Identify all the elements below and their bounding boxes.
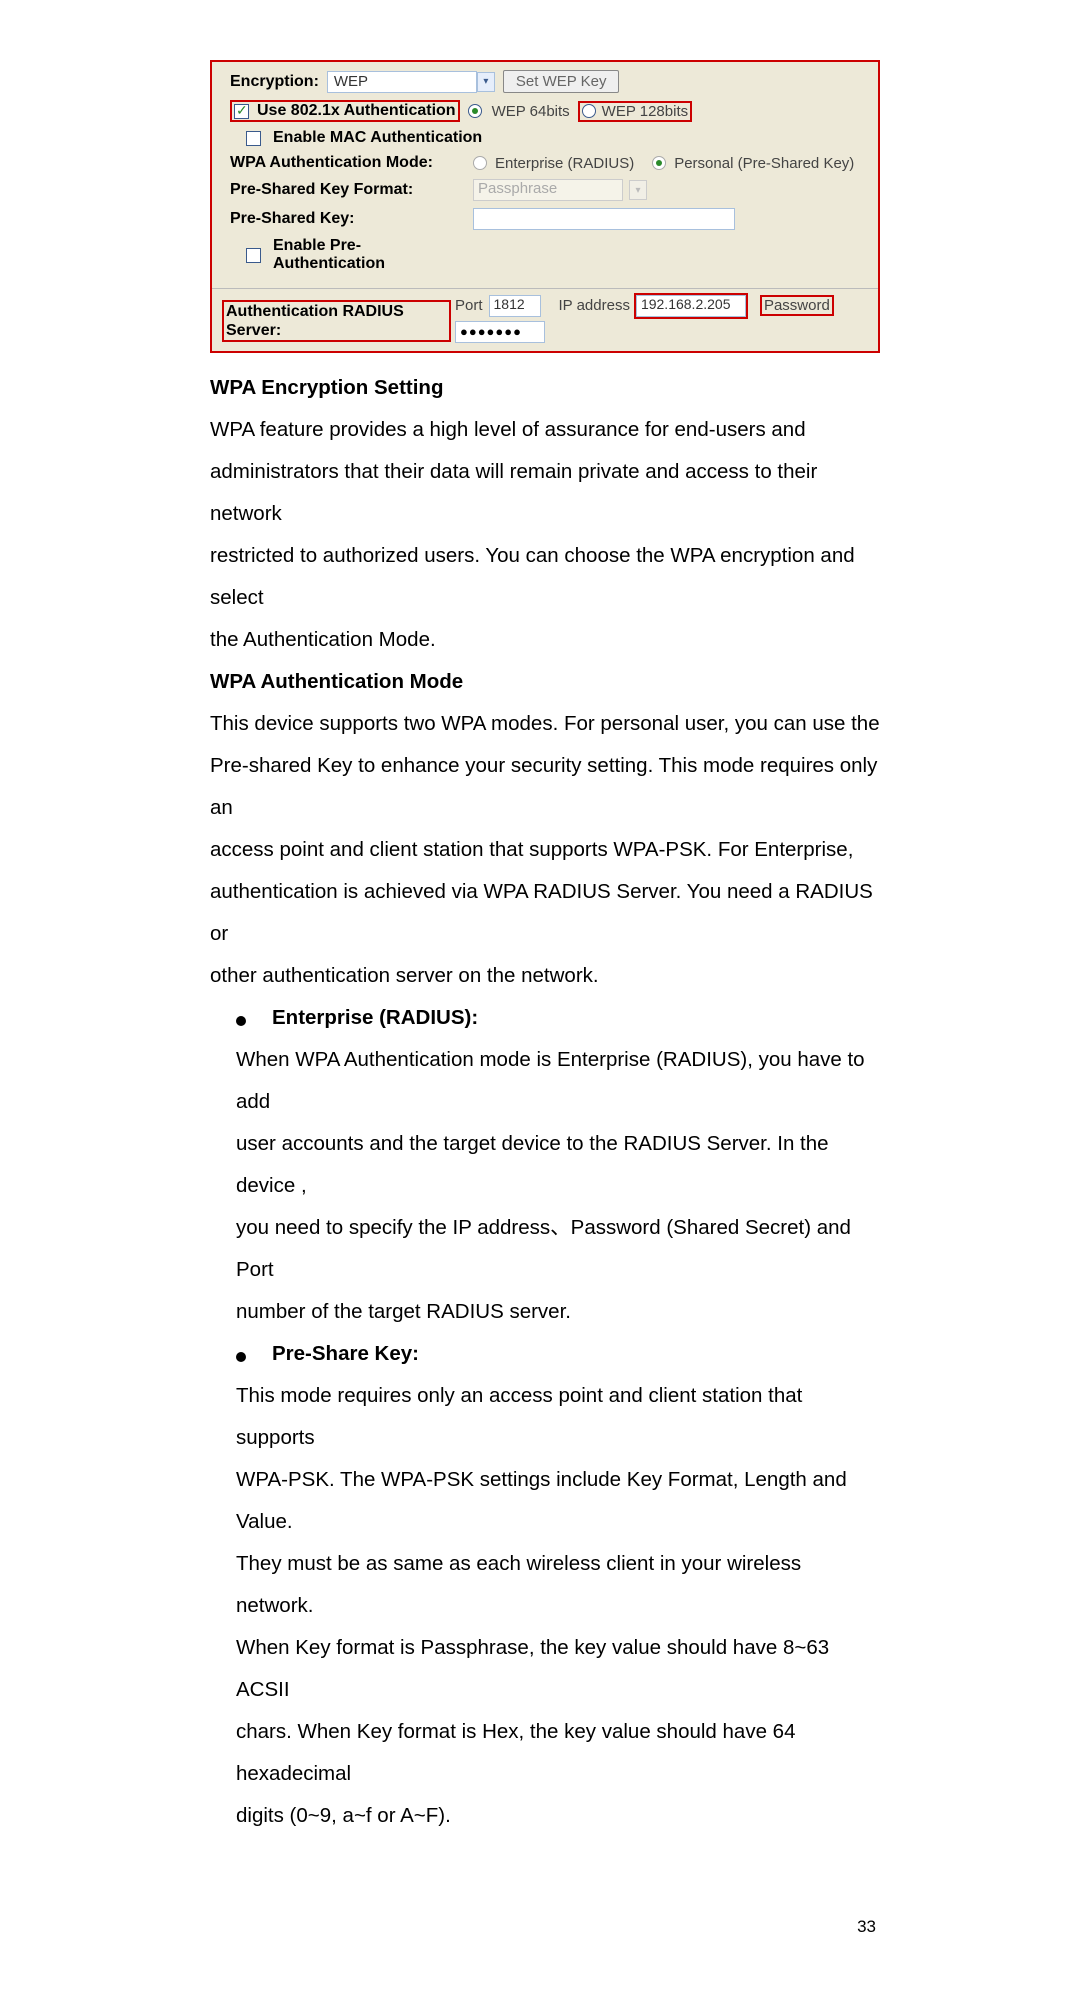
set-wep-key-button[interactable]: Set WEP Key <box>503 70 620 93</box>
bullet-icon <box>236 1352 246 1362</box>
password-input[interactable]: ●●●●●●● <box>455 321 545 343</box>
paragraph-line: the Authentication Mode. <box>210 619 880 661</box>
paragraph-line: This mode requires only an access point … <box>210 1375 880 1459</box>
use-8021x-checkbox[interactable] <box>234 104 249 119</box>
enable-pre-auth-label: Enable Pre-Authentication <box>273 237 423 274</box>
psk-format-select[interactable]: Passphrase <box>473 179 623 201</box>
document-body: WPA Encryption Setting WPA feature provi… <box>210 367 880 1838</box>
wep-64-radio[interactable] <box>468 104 482 118</box>
bullet-icon <box>236 1016 246 1026</box>
bullet-preshare: Pre-Share Key: <box>210 1333 880 1375</box>
paragraph-line: authentication is achieved via WPA RADIU… <box>210 871 880 955</box>
ip-address-label: IP address <box>559 297 630 314</box>
enterprise-radio[interactable] <box>473 156 487 170</box>
ip-address-input[interactable]: 192.168.2.205 <box>636 295 746 317</box>
paragraph-line: When Key format is Passphrase, the key v… <box>210 1627 880 1711</box>
psk-input[interactable] <box>473 208 735 230</box>
encryption-value: WEP <box>334 73 368 90</box>
bullet-enterprise: Enterprise (RADIUS): <box>210 997 880 1039</box>
heading-wpa-auth-mode: WPA Authentication Mode <box>210 661 880 703</box>
port-label: Port <box>455 297 483 314</box>
psk-label: Pre-Shared Key: <box>230 210 465 228</box>
personal-label: Personal (Pre-Shared Key) <box>674 155 854 172</box>
password-label: Password <box>762 297 832 314</box>
heading-wpa-encryption: WPA Encryption Setting <box>210 367 880 409</box>
paragraph-line: number of the target RADIUS server. <box>210 1291 880 1333</box>
enable-pre-auth-checkbox[interactable] <box>246 248 261 263</box>
paragraph-line: administrators that their data will rema… <box>210 451 880 535</box>
settings-screenshot: Encryption: WEP ▾ Set WEP Key Use 802.1x… <box>210 60 880 353</box>
chevron-down-icon[interactable]: ▾ <box>629 180 647 200</box>
paragraph-line: When WPA Authentication mode is Enterpri… <box>210 1039 880 1123</box>
encryption-label: Encryption: <box>230 73 319 91</box>
paragraph-line: Pre-shared Key to enhance your security … <box>210 745 880 829</box>
page-number: 33 <box>210 1917 880 1937</box>
paragraph-line: user accounts and the target device to t… <box>210 1123 880 1207</box>
paragraph-line: This device supports two WPA modes. For … <box>210 703 880 745</box>
encryption-select[interactable]: WEP <box>327 71 477 93</box>
wpa-auth-mode-label: WPA Authentication Mode: <box>230 154 465 172</box>
paragraph-line: WPA-PSK. The WPA-PSK settings include Ke… <box>210 1459 880 1543</box>
enable-mac-checkbox[interactable] <box>246 131 261 146</box>
psk-format-label: Pre-Shared Key Format: <box>230 181 465 199</box>
enterprise-label: Enterprise (RADIUS) <box>495 155 634 172</box>
paragraph-line: digits (0~9, a~f or A~F). <box>210 1795 880 1837</box>
auth-radius-server-label: Authentication RADIUS Server: <box>224 302 449 340</box>
chevron-down-icon[interactable]: ▾ <box>477 72 495 92</box>
paragraph-line: chars. When Key format is Hex, the key v… <box>210 1711 880 1795</box>
paragraph-line: They must be as same as each wireless cl… <box>210 1543 880 1627</box>
personal-radio[interactable] <box>652 156 666 170</box>
enable-mac-label: Enable MAC Authentication <box>273 129 482 147</box>
wep-64-label: WEP 64bits <box>492 103 570 120</box>
paragraph-line: other authentication server on the netwo… <box>210 955 880 997</box>
port-input[interactable]: 1812 <box>489 295 541 317</box>
paragraph-line: access point and client station that sup… <box>210 829 880 871</box>
use-8021x-label: Use 802.1x Authentication <box>257 102 456 120</box>
wep-128-label: WEP 128bits <box>602 103 688 120</box>
paragraph-line: WPA feature provides a high level of ass… <box>210 409 880 451</box>
paragraph-line: restricted to authorized users. You can … <box>210 535 880 619</box>
wep-128-radio[interactable] <box>582 104 596 118</box>
paragraph-line: you need to specify the IP address、Passw… <box>210 1207 880 1291</box>
